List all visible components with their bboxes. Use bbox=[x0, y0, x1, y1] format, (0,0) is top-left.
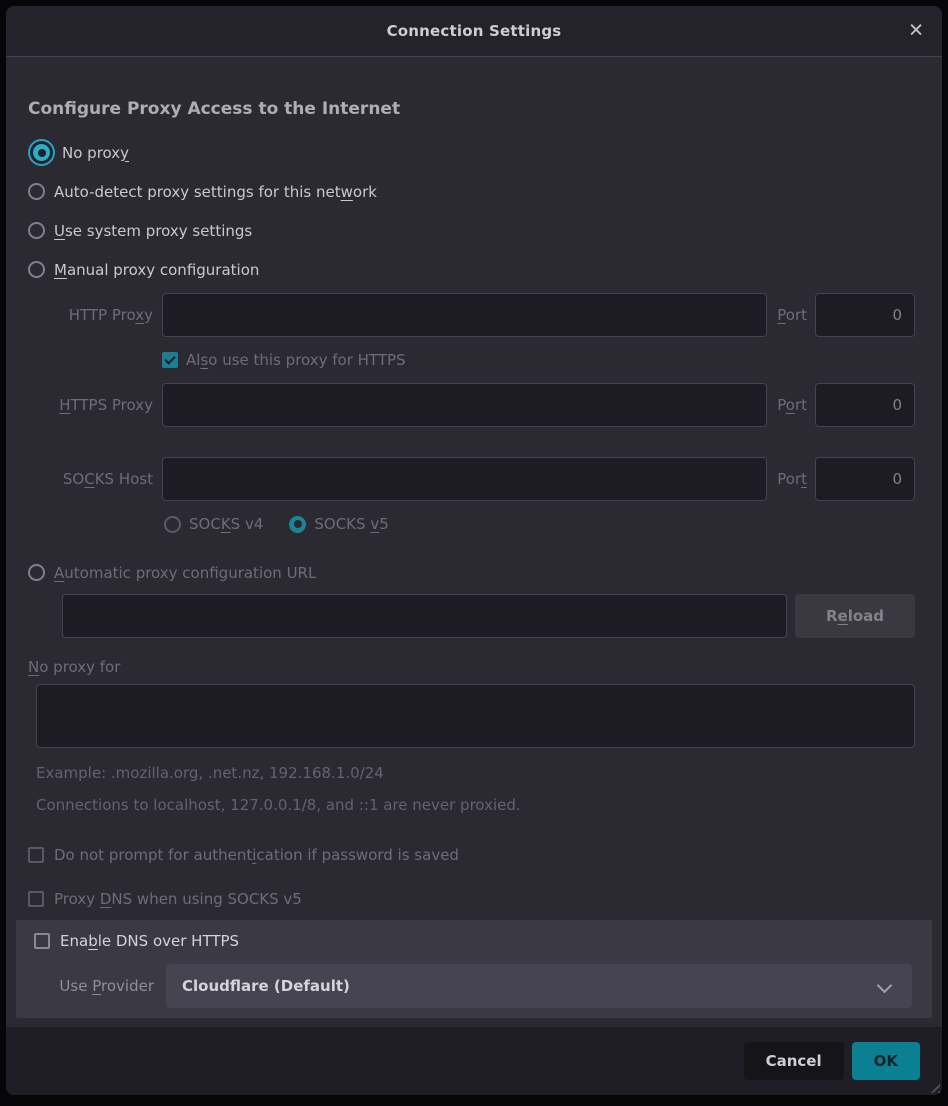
no-proxy-for-label: No proxy for bbox=[28, 658, 920, 676]
radio-socks-v5[interactable] bbox=[289, 516, 306, 533]
localhost-note: Connections to localhost, 127.0.0.1/8, a… bbox=[36, 796, 920, 814]
no-proxy-example: Example: .mozilla.org, .net.nz, 192.168.… bbox=[36, 764, 920, 782]
dialog-footer: Cancel OK bbox=[6, 1027, 942, 1095]
socks-port-input[interactable] bbox=[815, 457, 915, 501]
socks-host-input[interactable] bbox=[162, 457, 767, 501]
auto-url-row: Reload bbox=[62, 594, 915, 638]
http-proxy-input[interactable] bbox=[162, 293, 767, 337]
provider-dropdown[interactable]: Cloudflare (Default) bbox=[166, 964, 912, 1008]
no-proxy-textarea[interactable] bbox=[36, 684, 915, 748]
socks-host-label: SOCKS Host bbox=[28, 470, 162, 488]
http-proxy-label: HTTP Proxy bbox=[28, 306, 162, 324]
radio-auto-detect-label: Auto-detect proxy settings for this netw… bbox=[54, 183, 377, 201]
also-https-label: Also use this proxy for HTTPS bbox=[186, 351, 406, 369]
use-provider-label: Use Provider bbox=[16, 977, 166, 995]
https-proxy-label: HTTPS Proxy bbox=[28, 396, 162, 414]
radio-socks-v4[interactable] bbox=[164, 516, 181, 533]
radio-icon[interactable] bbox=[28, 222, 45, 239]
socks-v5-label: SOCKS v5 bbox=[314, 515, 388, 533]
close-icon[interactable]: ✕ bbox=[908, 22, 924, 41]
radio-manual-label: Manual proxy configuration bbox=[54, 261, 259, 279]
proxy-dns-label: Proxy DNS when using SOCKS v5 bbox=[54, 890, 302, 908]
chevron-down-icon bbox=[877, 978, 893, 994]
https-proxy-row: HTTPS Proxy Port bbox=[28, 383, 915, 427]
ok-button[interactable]: OK bbox=[852, 1042, 920, 1080]
dialog-content: Configure Proxy Access to the Internet N… bbox=[6, 57, 942, 1027]
radio-icon[interactable] bbox=[28, 261, 45, 278]
socks-v4-label: SOCKS v4 bbox=[189, 515, 263, 533]
https-port-label: Port bbox=[777, 396, 807, 414]
cancel-button[interactable]: Cancel bbox=[744, 1042, 844, 1080]
radio-auto-url[interactable]: Automatic proxy configuration URL bbox=[28, 553, 920, 592]
enable-doh-checkbox[interactable] bbox=[34, 933, 50, 949]
socks-version-row: SOCKS v4 SOCKS v5 bbox=[164, 513, 942, 535]
enable-doh-label: Enable DNS over HTTPS bbox=[60, 932, 239, 950]
auto-url-input[interactable] bbox=[62, 594, 787, 638]
socks-port-label: Port bbox=[777, 470, 807, 488]
proxy-dns-row[interactable]: Proxy DNS when using SOCKS v5 bbox=[28, 890, 920, 908]
auth-prompt-label: Do not prompt for authentication if pass… bbox=[54, 846, 459, 864]
connection-settings-dialog: Connection Settings ✕ Configure Proxy Ac… bbox=[6, 6, 942, 1095]
also-https-checkbox[interactable] bbox=[162, 352, 178, 368]
https-proxy-input[interactable] bbox=[162, 383, 767, 427]
page-title: Configure Proxy Access to the Internet bbox=[28, 99, 920, 119]
radio-no-proxy[interactable]: No proxy bbox=[28, 133, 920, 172]
radio-icon[interactable] bbox=[28, 564, 45, 581]
provider-dropdown-value: Cloudflare (Default) bbox=[182, 977, 350, 995]
dialog-titlebar: Connection Settings ✕ bbox=[6, 6, 942, 57]
auth-prompt-row[interactable]: Do not prompt for authentication if pass… bbox=[28, 846, 920, 864]
radio-icon[interactable] bbox=[28, 183, 45, 200]
radio-manual[interactable]: Manual proxy configuration bbox=[28, 250, 920, 289]
doh-section: Enable DNS over HTTPS Use Provider Cloud… bbox=[16, 920, 932, 1018]
http-proxy-row: HTTP Proxy Port bbox=[28, 293, 915, 337]
reload-button[interactable]: Reload bbox=[795, 594, 915, 638]
provider-row: Use Provider Cloudflare (Default) bbox=[16, 964, 912, 1008]
auto-url-label: Automatic proxy configuration URL bbox=[54, 564, 316, 582]
radio-selected-icon[interactable] bbox=[33, 144, 50, 161]
radio-use-system[interactable]: Use system proxy settings bbox=[28, 211, 920, 250]
connection-settings-window: Connection Settings ✕ Configure Proxy Ac… bbox=[0, 0, 948, 1106]
spacer bbox=[6, 427, 942, 457]
https-port-input[interactable] bbox=[815, 383, 915, 427]
radio-use-system-label: Use system proxy settings bbox=[54, 222, 252, 240]
http-port-input[interactable] bbox=[815, 293, 915, 337]
socks-host-row: SOCKS Host Port bbox=[28, 457, 915, 501]
radio-no-proxy-label: No proxy bbox=[62, 144, 129, 162]
enable-doh-row[interactable]: Enable DNS over HTTPS bbox=[34, 932, 916, 950]
http-port-label: Port bbox=[777, 306, 807, 324]
radio-auto-detect[interactable]: Auto-detect proxy settings for this netw… bbox=[28, 172, 920, 211]
dialog-title: Connection Settings bbox=[387, 22, 562, 40]
proxy-dns-checkbox[interactable] bbox=[28, 891, 44, 907]
also-https-row[interactable]: Also use this proxy for HTTPS bbox=[162, 351, 915, 369]
socks-v5-group: SOCKS v5 bbox=[289, 515, 388, 533]
auth-prompt-checkbox[interactable] bbox=[28, 847, 44, 863]
